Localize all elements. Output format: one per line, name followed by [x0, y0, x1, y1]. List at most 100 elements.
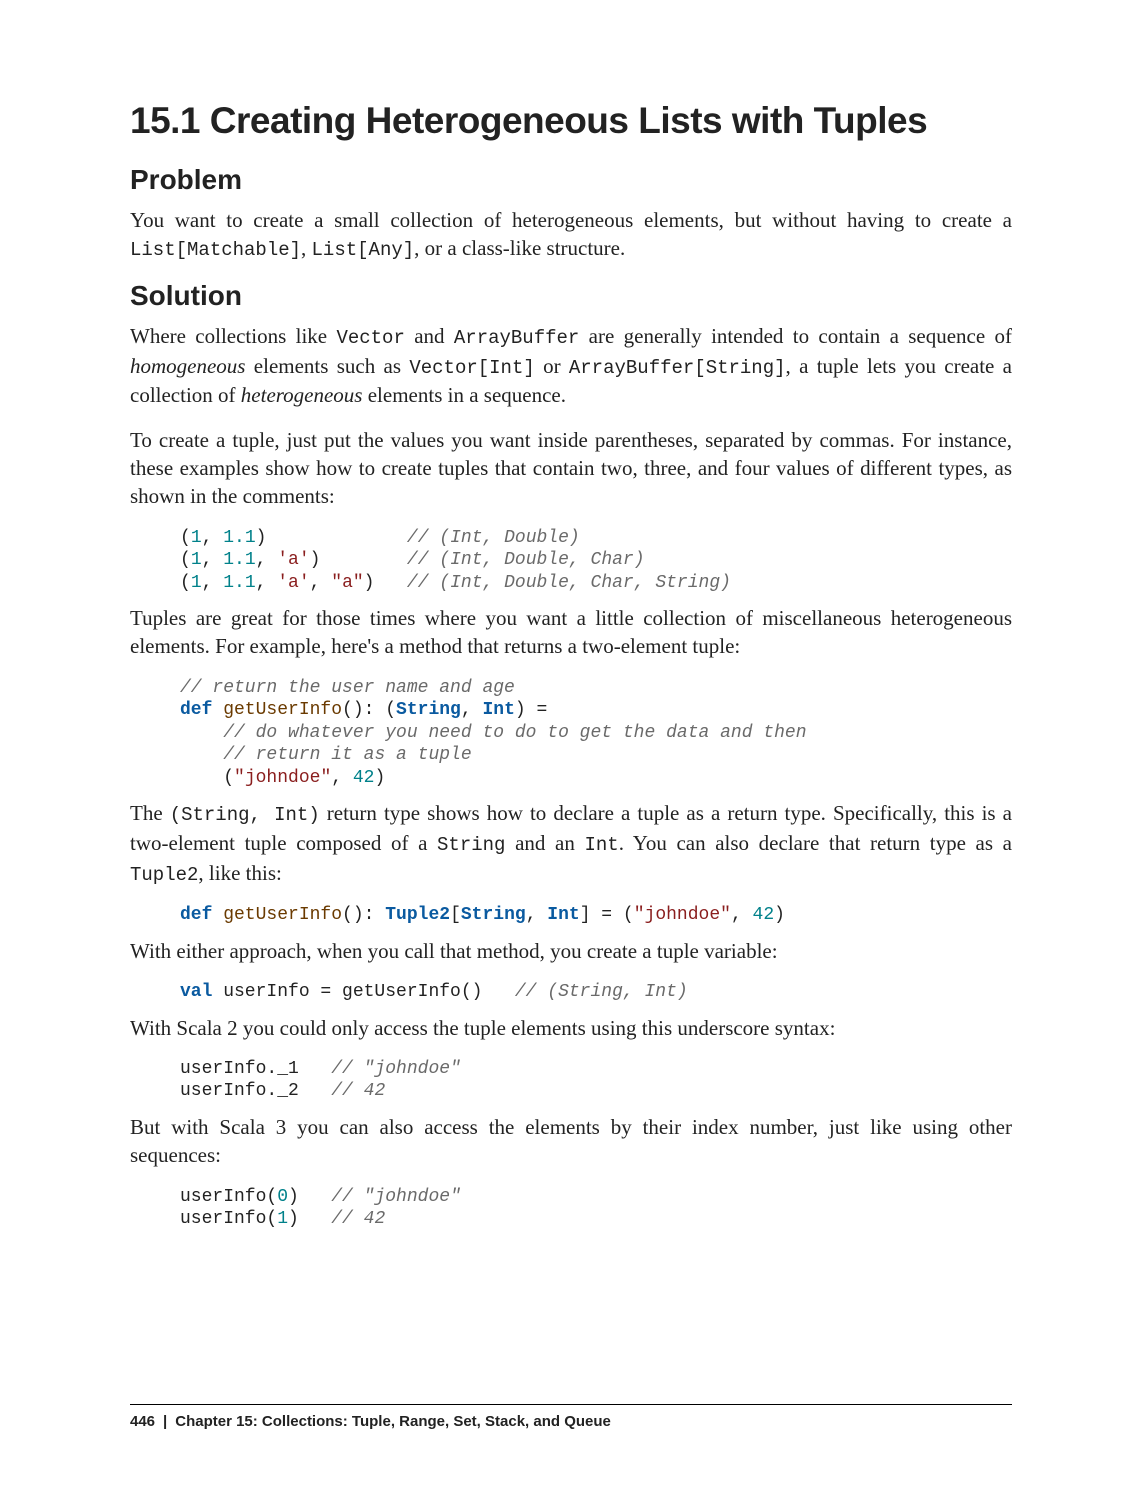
- number-literal: 1.1: [223, 550, 255, 570]
- text: ,: [461, 700, 483, 720]
- page: 15.1 Creating Heterogeneous Lists with T…: [0, 0, 1142, 1500]
- problem-heading: Problem: [130, 164, 1012, 196]
- inline-code: List[Matchable]: [130, 239, 301, 261]
- text: userInfo(: [180, 1187, 277, 1207]
- text: and: [405, 324, 454, 348]
- emphasis: homogeneous: [130, 354, 245, 378]
- code-block-6: userInfo(0) // "johndoe" userInfo(1) // …: [180, 1186, 1012, 1231]
- number-literal: 1: [191, 550, 202, 570]
- code-block-1: (1, 1.1) // (Int, Double) (1, 1.1, 'a') …: [180, 527, 1012, 595]
- comment: // 42: [331, 1209, 385, 1229]
- text: ,: [526, 905, 548, 925]
- text: (: [180, 528, 191, 548]
- inline-code: Vector[Int]: [409, 357, 534, 379]
- keyword: val: [180, 982, 212, 1002]
- code-block-5: userInfo._1 // "johndoe" userInfo._2 // …: [180, 1058, 1012, 1103]
- text: [320, 550, 406, 570]
- text: , or a class-like structure.: [414, 236, 625, 260]
- text: ] = (: [580, 905, 634, 925]
- string-literal: 'a': [277, 573, 309, 593]
- comment: // return it as a tuple: [223, 745, 471, 765]
- text: ,: [202, 573, 224, 593]
- text: (): [342, 905, 364, 925]
- solution-paragraph-2: To create a tuple, just put the values y…: [130, 426, 1012, 511]
- page-number: 446: [130, 1413, 155, 1430]
- string-literal: "johndoe": [634, 905, 731, 925]
- inline-code: String: [437, 834, 505, 856]
- string-literal: "a": [331, 573, 363, 593]
- emphasis: heterogeneous: [241, 383, 363, 407]
- type: String: [461, 905, 526, 925]
- text: Where collections like: [130, 324, 336, 348]
- text: elements in a sequence.: [362, 383, 566, 407]
- inline-code: Vector: [336, 327, 404, 349]
- inline-code: List[Any]: [312, 239, 415, 261]
- comment: // (Int, Double): [407, 528, 580, 548]
- text: , like this:: [198, 861, 281, 885]
- text: ,: [202, 528, 224, 548]
- text: userInfo(: [180, 1209, 277, 1229]
- text: ): [364, 573, 375, 593]
- number-literal: 1.1: [223, 573, 255, 593]
- number-literal: 42: [353, 768, 375, 788]
- text: ) =: [515, 700, 547, 720]
- inline-code: (String, Int): [170, 804, 320, 826]
- number-literal: 0: [277, 1187, 288, 1207]
- number-literal: 42: [753, 905, 775, 925]
- function-name: getUserInfo: [212, 700, 342, 720]
- comment: // "johndoe": [331, 1187, 461, 1207]
- type: Int: [547, 905, 579, 925]
- text: userInfo._1: [180, 1059, 331, 1079]
- text: ): [288, 1209, 331, 1229]
- text: The: [130, 801, 170, 825]
- solution-paragraph-3: Tuples are great for those times where y…: [130, 604, 1012, 661]
- chapter-title: Chapter 15: Collections: Tuple, Range, S…: [175, 1413, 611, 1430]
- text: ,: [310, 573, 332, 593]
- text: ): [310, 550, 321, 570]
- text: ): [288, 1187, 331, 1207]
- text: [374, 573, 406, 593]
- section-title: 15.1 Creating Heterogeneous Lists with T…: [130, 100, 1012, 142]
- text: (): [342, 700, 364, 720]
- inline-code: ArrayBuffer: [454, 327, 579, 349]
- function-name: getUserInfo: [212, 905, 342, 925]
- text: ): [774, 905, 785, 925]
- inline-code: Int: [584, 834, 618, 856]
- comment: // (Int, Double, Char): [407, 550, 645, 570]
- type: Tuple2: [385, 905, 450, 925]
- code-block-2: // return the user name and age def getU…: [180, 677, 1012, 790]
- text: elements such as: [245, 354, 409, 378]
- text: userInfo = getUserInfo(): [212, 982, 514, 1002]
- text: ,: [731, 905, 753, 925]
- number-literal: 1: [191, 528, 202, 548]
- text: userInfo._2: [180, 1081, 331, 1101]
- inline-code: ArrayBuffer[String]: [569, 357, 786, 379]
- number-literal: 1: [277, 1209, 288, 1229]
- number-literal: 1: [191, 573, 202, 593]
- text: (: [180, 573, 191, 593]
- text: ,: [202, 550, 224, 570]
- text: [266, 528, 406, 548]
- text: ,: [301, 236, 312, 260]
- text: ): [256, 528, 267, 548]
- text: [180, 768, 223, 788]
- solution-paragraph-6: With Scala 2 you could only access the t…: [130, 1014, 1012, 1042]
- code-block-3: def getUserInfo(): Tuple2[String, Int] =…: [180, 904, 1012, 927]
- comment: // 42: [331, 1081, 385, 1101]
- text: ,: [331, 768, 353, 788]
- text: [180, 723, 223, 743]
- text: are generally intended to contain a sequ…: [579, 324, 1012, 348]
- comment: // do whatever you need to do to get the…: [223, 723, 806, 743]
- solution-paragraph-5: With either approach, when you call that…: [130, 937, 1012, 965]
- type: Int: [482, 700, 514, 720]
- string-literal: "johndoe": [234, 768, 331, 788]
- keyword: def: [180, 700, 212, 720]
- text: :: [364, 905, 386, 925]
- solution-paragraph-1: Where collections like Vector and ArrayB…: [130, 322, 1012, 410]
- text: or: [535, 354, 569, 378]
- footer-text: 446|Chapter 15: Collections: Tuple, Rang…: [130, 1405, 1012, 1430]
- comment: // (String, Int): [515, 982, 688, 1002]
- keyword: def: [180, 905, 212, 925]
- text: ): [374, 768, 385, 788]
- text: ,: [256, 573, 278, 593]
